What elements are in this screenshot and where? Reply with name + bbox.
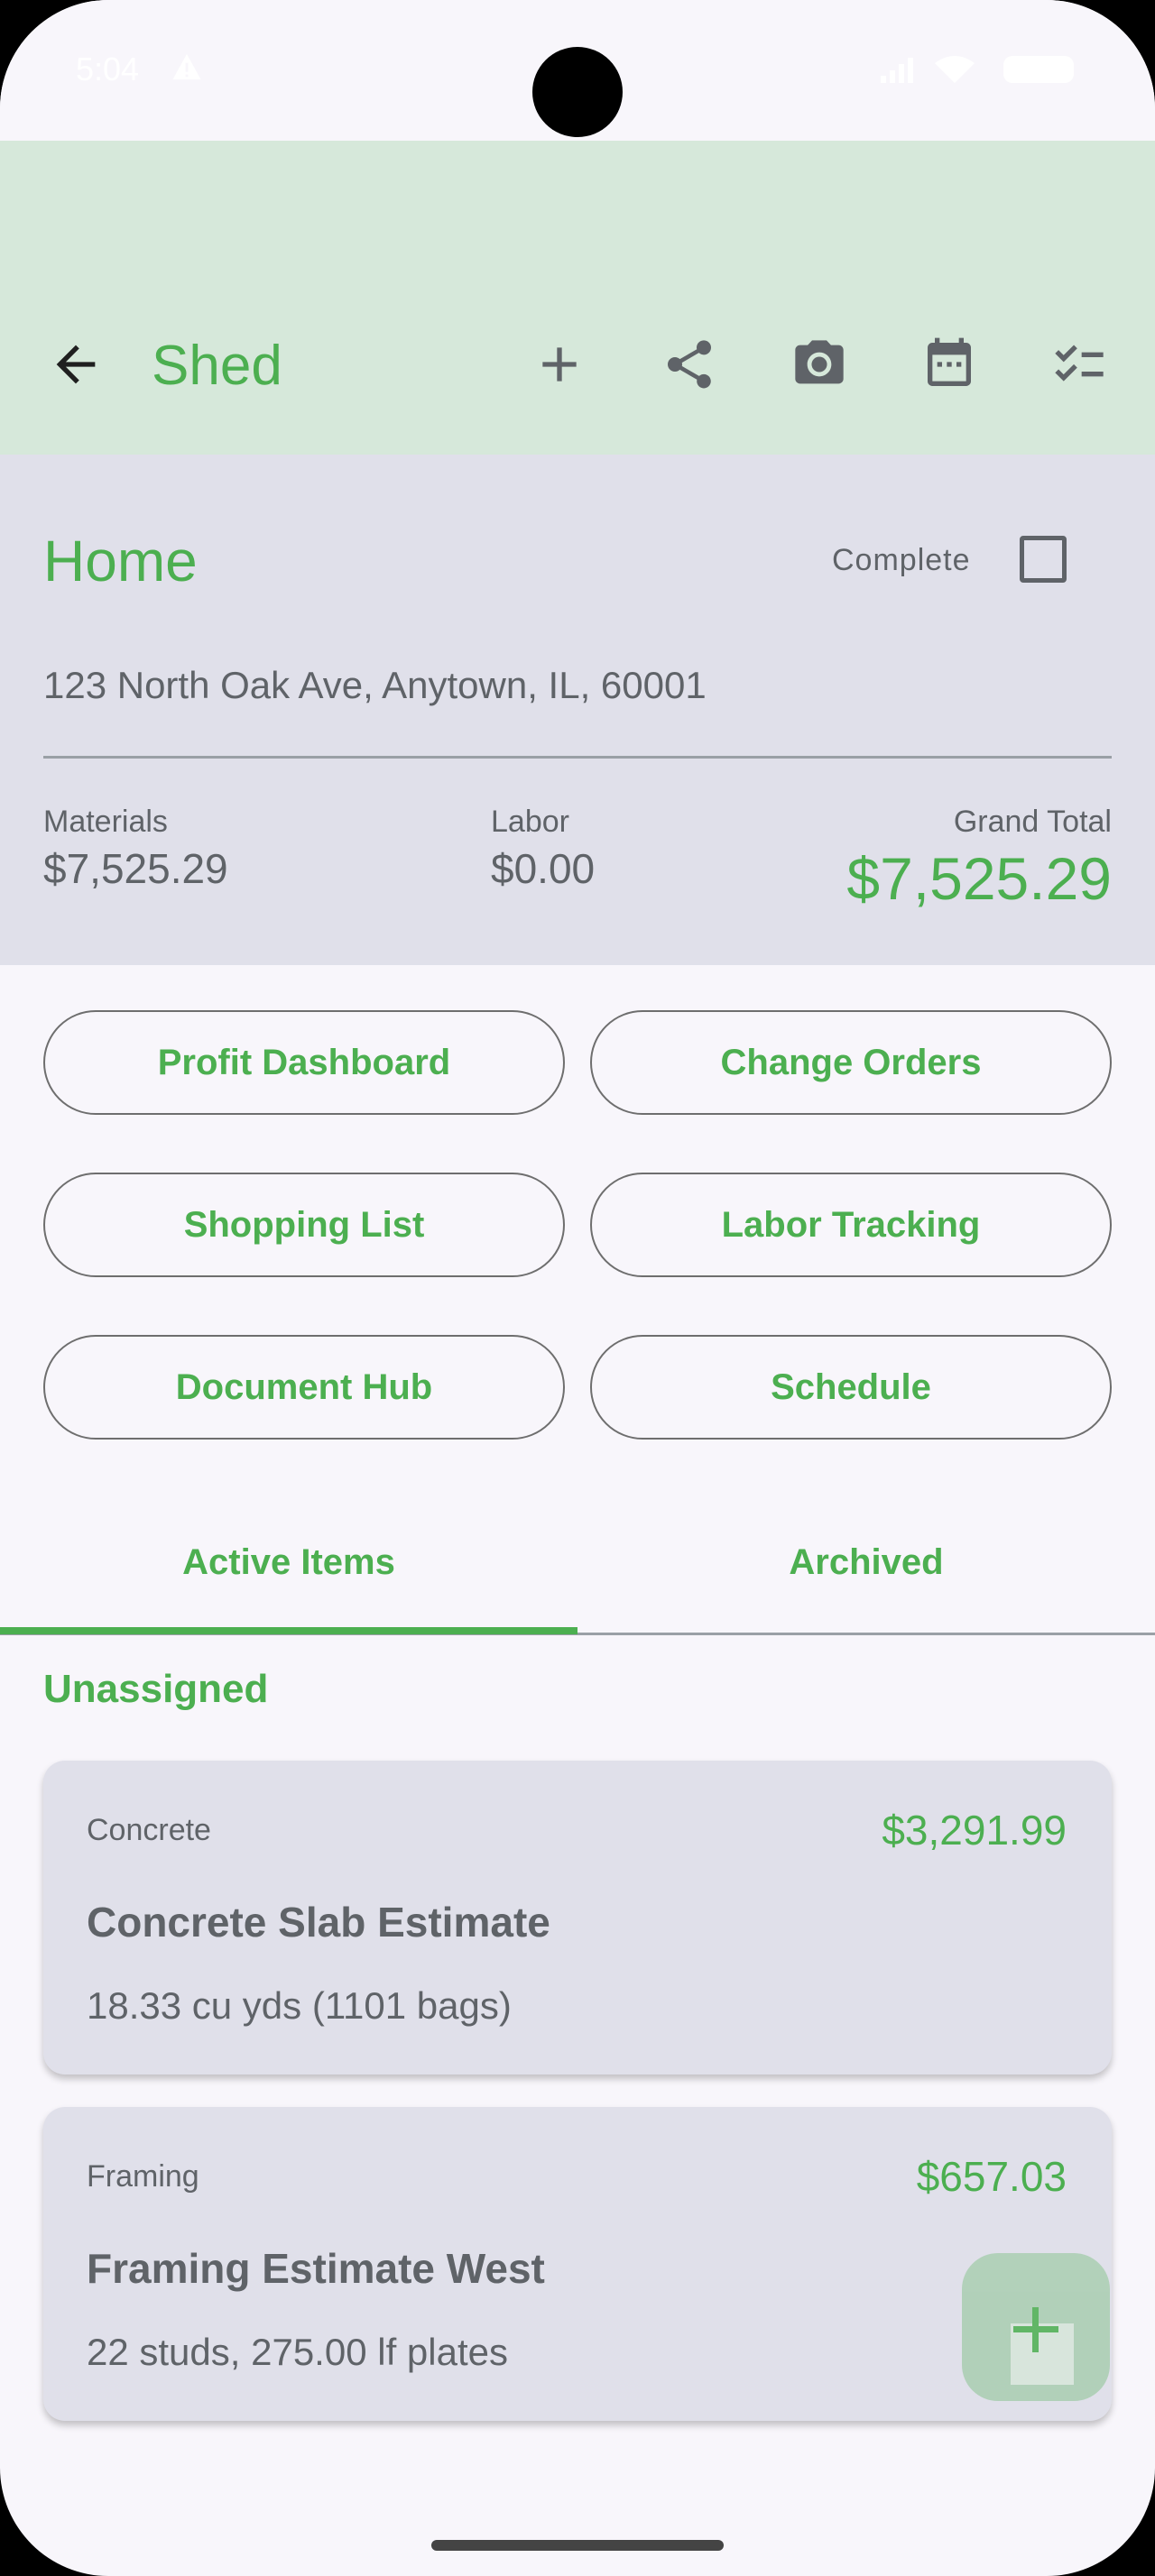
- status-icons: [881, 56, 1074, 83]
- calendar-icon[interactable]: [920, 336, 978, 393]
- labor-label: Labor: [491, 805, 569, 839]
- labor-tracking-button[interactable]: Labor Tracking: [590, 1173, 1112, 1277]
- card-detail: 18.33 cu yds (1101 bags): [87, 1984, 512, 2027]
- complete-label: Complete: [832, 543, 971, 577]
- phone-screen: 5:04 Shed Home Complete 123 North Oak Av…: [0, 0, 1155, 2576]
- add-icon[interactable]: [531, 336, 588, 393]
- signal-icon: [881, 58, 913, 83]
- checklist-icon[interactable]: [1050, 336, 1108, 393]
- materials-value: $7,525.29: [43, 845, 228, 892]
- app-bar: [0, 141, 1155, 455]
- camera-cutout: [532, 47, 623, 137]
- page-title: Shed: [152, 335, 282, 397]
- change-orders-button[interactable]: Change Orders: [590, 1010, 1112, 1115]
- wifi-icon: [935, 56, 975, 83]
- card-price: $3,291.99: [882, 1807, 1067, 1854]
- status-time: 5:04: [76, 51, 140, 87]
- section-heading: Unassigned: [43, 1667, 269, 1711]
- labor-value: $0.00: [491, 845, 596, 892]
- tab-archived[interactable]: Archived: [578, 1542, 1155, 1583]
- document-hub-button[interactable]: Document Hub: [43, 1335, 565, 1440]
- card-detail: 22 studs, 275.00 lf plates: [87, 2331, 508, 2373]
- home-indicator[interactable]: [431, 2540, 724, 2551]
- estimate-card[interactable]: Concrete $3,291.99 Concrete Slab Estimat…: [43, 1761, 1112, 2075]
- project-name: Home: [43, 529, 198, 593]
- camera-icon[interactable]: [790, 336, 848, 393]
- project-address: 123 North Oak Ave, Anytown, IL, 60001: [43, 664, 707, 706]
- plus-icon: [1013, 2307, 1058, 2352]
- materials-label: Materials: [43, 805, 168, 839]
- shopping-list-button[interactable]: Shopping List: [43, 1173, 565, 1277]
- tab-indicator: [0, 1627, 578, 1634]
- grand-total-value: $7,525.29: [846, 845, 1112, 912]
- card-title: Framing Estimate West: [87, 2245, 545, 2292]
- card-category: Framing: [87, 2159, 199, 2194]
- add-item-fab[interactable]: [962, 2253, 1110, 2401]
- card-category: Concrete: [87, 1813, 211, 1847]
- warning-icon: [172, 53, 201, 80]
- share-icon[interactable]: [661, 336, 718, 393]
- status-bar: 5:04: [0, 0, 1155, 141]
- battery-icon: [1003, 56, 1074, 83]
- back-arrow-icon[interactable]: [47, 336, 105, 393]
- grand-total-label: Grand Total: [953, 805, 1112, 839]
- card-price: $657.03: [916, 2153, 1067, 2200]
- divider: [43, 756, 1112, 759]
- profit-dashboard-button[interactable]: Profit Dashboard: [43, 1010, 565, 1115]
- card-title: Concrete Slab Estimate: [87, 1899, 550, 1946]
- schedule-button[interactable]: Schedule: [590, 1335, 1112, 1440]
- tab-active-items[interactable]: Active Items: [0, 1542, 578, 1583]
- complete-checkbox[interactable]: [1020, 536, 1067, 583]
- estimate-card[interactable]: Framing $657.03 Framing Estimate West 22…: [43, 2107, 1112, 2421]
